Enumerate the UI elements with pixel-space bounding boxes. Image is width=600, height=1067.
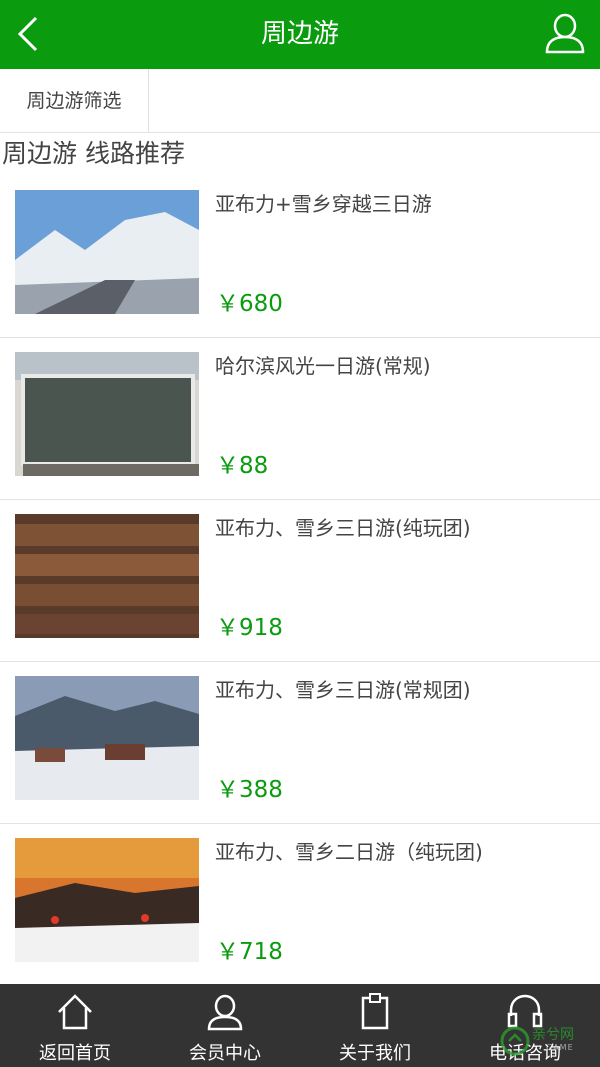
tab-label: 关于我们 [339,1043,411,1064]
route-name: 哈尔滨风光一日游(常规) [215,354,431,378]
route-item[interactable]: 亚布力、雪乡三日游(常规团) ￥388 [0,662,600,824]
route-thumbnail [15,838,199,962]
route-item[interactable]: 亚布力+雪乡穿越三日游 ￥680 [0,176,600,338]
home-icon [58,994,92,1030]
watermark-text: 亲兮网 [532,1027,574,1043]
tab-label: 返回首页 [39,1043,111,1064]
route-item[interactable]: 亚布力、雪乡三日游(纯玩团) ￥918 [0,500,600,662]
route-name: 亚布力+雪乡穿越三日游 [215,192,432,216]
watermark-icon [500,1026,530,1056]
route-price: ￥88 [216,453,269,479]
route-item[interactable]: 亚布力、雪乡二日游（纯玩团) ￥718 [0,824,600,986]
clipboard-icon [361,993,389,1030]
section-title: 周边游 线路推荐 [2,139,185,168]
route-name: 亚布力、雪乡二日游（纯玩团) [215,840,483,864]
route-list: 亚布力+雪乡穿越三日游 ￥680 哈尔滨风光一日游(常规) ￥88 亚布力、雪乡… [0,176,600,986]
route-name: 亚布力、雪乡三日游(常规团) [215,678,471,702]
app-header: 周边游 [0,0,600,69]
user-icon [207,994,243,1031]
tab-member[interactable]: 会员中心 [150,984,300,1067]
route-thumbnail [15,514,199,638]
tab-about[interactable]: 关于我们 [300,984,450,1067]
user-icon[interactable] [542,10,588,56]
page-title: 周边游 [260,19,339,49]
route-price: ￥680 [216,291,283,317]
route-price: ￥718 [216,939,283,965]
tab-label: 会员中心 [189,1043,261,1064]
watermark-subtext: GAME [546,1043,574,1052]
filter-tab[interactable]: 周边游筛选 [0,69,149,133]
filter-bar: 周边游筛选 [0,69,600,133]
route-price: ￥918 [216,615,283,641]
watermark-logo: 亲兮网 GAME [500,1020,590,1060]
route-name: 亚布力、雪乡三日游(纯玩团) [215,516,471,540]
route-thumbnail [15,352,199,476]
tab-home[interactable]: 返回首页 [0,984,150,1067]
route-thumbnail [15,676,199,800]
route-price: ￥388 [216,777,283,803]
route-thumbnail [15,190,199,314]
route-item[interactable]: 哈尔滨风光一日游(常规) ￥88 [0,338,600,500]
